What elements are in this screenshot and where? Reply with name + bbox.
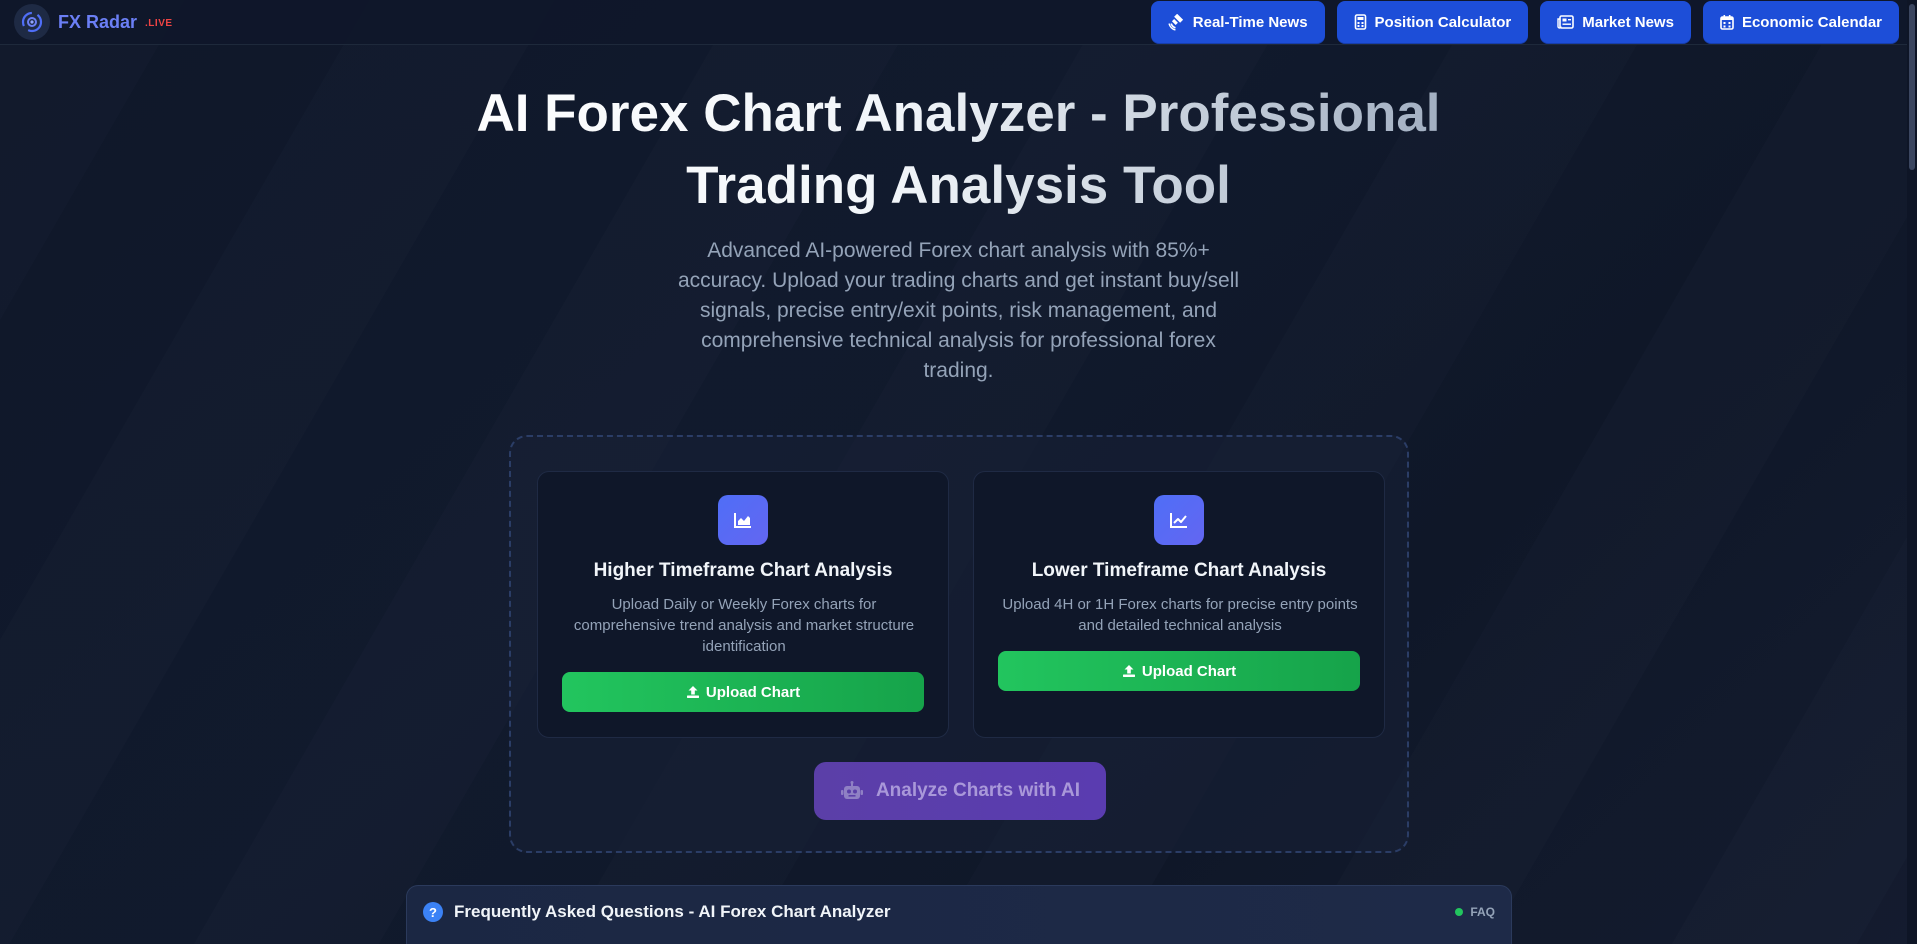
faq-badge: FAQ [1455,905,1495,919]
card-title: Higher Timeframe Chart Analysis [593,560,893,581]
robot-icon [840,781,863,799]
position-calculator-button[interactable]: Position Calculator [1336,0,1529,44]
upload-lower-timeframe-button[interactable]: Upload Chart [998,651,1360,691]
upload-higher-timeframe-button[interactable]: Upload Chart [562,672,924,712]
nav-label: Position Calculator [1374,13,1512,31]
top-navbar: FX Radar .LIVE Real-Time News Position C… [0,0,1917,45]
page-subtitle: Advanced AI-powered Forex chart analysis… [677,239,1240,382]
newspaper-icon [1557,15,1575,29]
economic-calendar-button[interactable]: Economic Calendar [1702,0,1899,44]
higher-timeframe-card: Higher Timeframe Chart Analysis Upload D… [537,471,949,738]
upload-button-label: Upload Chart [1141,662,1237,680]
line-chart-icon [1154,495,1204,545]
upload-icon [1122,665,1135,677]
faq-title: Frequently Asked Questions - AI Forex Ch… [454,902,891,921]
nav-label: Economic Calendar [1741,13,1882,31]
faq-section[interactable]: ? Frequently Asked Questions - AI Forex … [406,885,1512,944]
nav-label: Market News [1582,13,1674,31]
area-chart-icon [718,495,768,545]
upload-icon [686,686,699,698]
nav-label: Real-Time News [1192,13,1308,31]
card-description: Upload Daily or Weekly Forex charts for … [573,596,915,655]
upload-button-label: Upload Chart [705,683,801,701]
analyze-button-label: Analyze Charts with AI [875,780,1081,801]
scrollbar-thumb[interactable] [1909,4,1915,170]
card-description: Upload 4H or 1H Forex charts for precise… [1002,596,1358,634]
analyze-charts-button[interactable]: Analyze Charts with AI [814,762,1106,820]
lower-timeframe-card: Lower Timeframe Chart Analysis Upload 4H… [973,471,1385,738]
question-circle-icon: ? [423,902,443,922]
brand[interactable]: FX Radar .LIVE [14,4,173,40]
page-scrollbar[interactable] [1907,0,1917,944]
main-nav: Real-Time News Position Calculator Marke… [1150,0,1899,44]
radar-logo-icon [14,4,50,40]
calendar-icon [1720,15,1734,30]
card-title: Lower Timeframe Chart Analysis [1031,560,1327,581]
faq-badge-label: FAQ [1470,905,1495,919]
satellite-icon [1168,13,1183,31]
real-time-news-button[interactable]: Real-Time News [1150,0,1325,44]
chart-upload-area: Higher Timeframe Chart Analysis Upload D… [509,435,1409,853]
status-dot-icon [1455,908,1464,916]
live-badge: .LIVE [145,18,173,29]
market-news-button[interactable]: Market News [1540,0,1691,44]
calculator-icon [1354,14,1366,30]
brand-name: FX Radar [58,11,138,32]
page-title: AI Forex Chart Analyzer - Professional T… [380,78,1537,222]
